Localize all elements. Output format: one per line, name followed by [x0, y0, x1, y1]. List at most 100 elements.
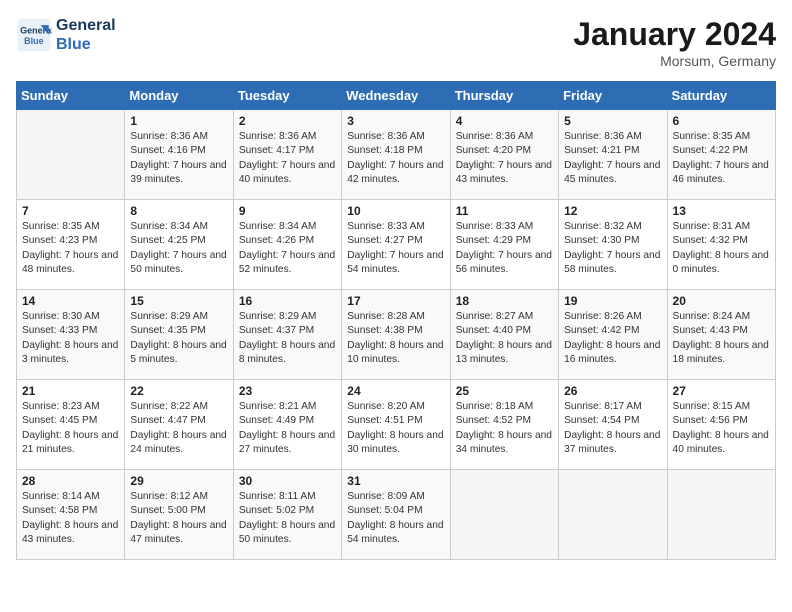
- day-number: 4: [456, 114, 553, 128]
- calendar-cell: 27Sunrise: 8:15 AMSunset: 4:56 PMDayligh…: [667, 380, 775, 470]
- weekday-header-sunday: Sunday: [17, 82, 125, 110]
- day-number: 5: [564, 114, 661, 128]
- cell-content: Sunrise: 8:11 AMSunset: 5:02 PMDaylight:…: [239, 490, 336, 547]
- cell-content: Sunrise: 8:34 AMSunset: 4:25 PMDaylight:…: [130, 220, 227, 277]
- cell-content: Sunrise: 8:30 AMSunset: 4:33 PMDaylight:…: [22, 310, 119, 367]
- day-number: 18: [456, 294, 553, 308]
- calendar-cell: 20Sunrise: 8:24 AMSunset: 4:43 PMDayligh…: [667, 290, 775, 380]
- calendar-cell: 3 Sunrise: 8:36 AMSunset: 4:18 PMDaylight…: [342, 110, 450, 200]
- calendar-cell: 12Sunrise: 8:32 AMSunset: 4:30 PMDayligh…: [559, 200, 667, 290]
- day-number: 22: [130, 384, 227, 398]
- day-number: 7: [22, 204, 119, 218]
- weekday-header-friday: Friday: [559, 82, 667, 110]
- cell-content: Sunrise: 8:29 AMSunset: 4:35 PMDaylight:…: [130, 310, 227, 367]
- calendar-cell: 22 Sunrise: 8:22 AMSunset: 4:47 PMDayligh…: [125, 380, 233, 470]
- day-number: 8: [130, 204, 227, 218]
- day-number: 29: [130, 474, 227, 488]
- calendar-week-row: 14 Sunrise: 8:30 AMSunset: 4:33 PMDayligh…: [17, 290, 776, 380]
- calendar-cell: 18 Sunrise: 8:27 AMSunset: 4:40 PMDayligh…: [450, 290, 558, 380]
- calendar-week-row: 1 Sunrise: 8:36 AMSunset: 4:16 PMDaylight…: [17, 110, 776, 200]
- calendar-cell: 14 Sunrise: 8:30 AMSunset: 4:33 PMDayligh…: [17, 290, 125, 380]
- cell-content: Sunrise: 8:27 AMSunset: 4:40 PMDaylight:…: [456, 310, 553, 367]
- calendar-cell: [559, 470, 667, 560]
- calendar-cell: [667, 470, 775, 560]
- calendar-cell: [17, 110, 125, 200]
- calendar-week-row: 7Sunrise: 8:35 AMSunset: 4:23 PMDaylight…: [17, 200, 776, 290]
- cell-content: Sunrise: 8:36 AMSunset: 4:18 PMDaylight:…: [347, 130, 444, 187]
- day-number: 30: [239, 474, 336, 488]
- calendar-cell: 26 Sunrise: 8:17 AMSunset: 4:54 PMDayligh…: [559, 380, 667, 470]
- day-number: 2: [239, 114, 336, 128]
- day-number: 3: [347, 114, 444, 128]
- calendar-cell: 11 Sunrise: 8:33 AMSunset: 4:29 PMDayligh…: [450, 200, 558, 290]
- location: Morsum, Germany: [573, 53, 776, 69]
- calendar-cell: 2 Sunrise: 8:36 AMSunset: 4:17 PMDaylight…: [233, 110, 341, 200]
- calendar-cell: 28Sunrise: 8:14 AMSunset: 4:58 PMDayligh…: [17, 470, 125, 560]
- cell-content: Sunrise: 8:24 AMSunset: 4:43 PMDaylight:…: [673, 310, 770, 367]
- cell-content: Sunrise: 8:17 AMSunset: 4:54 PMDaylight:…: [564, 400, 661, 457]
- day-number: 31: [347, 474, 444, 488]
- calendar-table: SundayMondayTuesdayWednesdayThursdayFrid…: [16, 81, 776, 560]
- cell-content: Sunrise: 8:31 AMSunset: 4:32 PMDaylight:…: [673, 220, 770, 277]
- cell-content: Sunrise: 8:33 AMSunset: 4:29 PMDaylight:…: [456, 220, 553, 277]
- calendar-week-row: 21 Sunrise: 8:23 AMSunset: 4:45 PMDayligh…: [17, 380, 776, 470]
- calendar-cell: 8 Sunrise: 8:34 AMSunset: 4:25 PMDaylight…: [125, 200, 233, 290]
- day-number: 14: [22, 294, 119, 308]
- svg-text:Blue: Blue: [24, 36, 44, 46]
- calendar-cell: 15 Sunrise: 8:29 AMSunset: 4:35 PMDayligh…: [125, 290, 233, 380]
- calendar-cell: 7Sunrise: 8:35 AMSunset: 4:23 PMDaylight…: [17, 200, 125, 290]
- calendar-cell: 4 Sunrise: 8:36 AMSunset: 4:20 PMDaylight…: [450, 110, 558, 200]
- cell-content: Sunrise: 8:36 AMSunset: 4:17 PMDaylight:…: [239, 130, 336, 187]
- cell-content: Sunrise: 8:36 AMSunset: 4:21 PMDaylight:…: [564, 130, 661, 187]
- calendar-week-row: 28Sunrise: 8:14 AMSunset: 4:58 PMDayligh…: [17, 470, 776, 560]
- cell-content: Sunrise: 8:23 AMSunset: 4:45 PMDaylight:…: [22, 400, 119, 457]
- calendar-cell: 24 Sunrise: 8:20 AMSunset: 4:51 PMDayligh…: [342, 380, 450, 470]
- cell-content: Sunrise: 8:14 AMSunset: 4:58 PMDaylight:…: [22, 490, 119, 547]
- weekday-header-row: SundayMondayTuesdayWednesdayThursdayFrid…: [17, 82, 776, 110]
- day-number: 15: [130, 294, 227, 308]
- weekday-header-thursday: Thursday: [450, 82, 558, 110]
- day-number: 9: [239, 204, 336, 218]
- title-block: January 2024 Morsum, Germany: [573, 16, 776, 69]
- calendar-cell: 19Sunrise: 8:26 AMSunset: 4:42 PMDayligh…: [559, 290, 667, 380]
- calendar-cell: 30 Sunrise: 8:11 AMSunset: 5:02 PMDayligh…: [233, 470, 341, 560]
- cell-content: Sunrise: 8:36 AMSunset: 4:20 PMDaylight:…: [456, 130, 553, 187]
- cell-content: Sunrise: 8:36 AMSunset: 4:16 PMDaylight:…: [130, 130, 227, 187]
- calendar-cell: 9 Sunrise: 8:34 AMSunset: 4:26 PMDaylight…: [233, 200, 341, 290]
- weekday-header-saturday: Saturday: [667, 82, 775, 110]
- weekday-header-tuesday: Tuesday: [233, 82, 341, 110]
- page-header: General Blue General Blue January 2024 M…: [16, 16, 776, 69]
- cell-content: Sunrise: 8:26 AMSunset: 4:42 PMDaylight:…: [564, 310, 661, 367]
- logo: General Blue General Blue: [16, 16, 116, 54]
- cell-content: Sunrise: 8:22 AMSunset: 4:47 PMDaylight:…: [130, 400, 227, 457]
- day-number: 1: [130, 114, 227, 128]
- cell-content: Sunrise: 8:34 AMSunset: 4:26 PMDaylight:…: [239, 220, 336, 277]
- calendar-cell: 25Sunrise: 8:18 AMSunset: 4:52 PMDayligh…: [450, 380, 558, 470]
- calendar-cell: 29 Sunrise: 8:12 AMSunset: 5:00 PMDayligh…: [125, 470, 233, 560]
- day-number: 21: [22, 384, 119, 398]
- day-number: 12: [564, 204, 661, 218]
- calendar-cell: 17Sunrise: 8:28 AMSunset: 4:38 PMDayligh…: [342, 290, 450, 380]
- calendar-cell: 10 Sunrise: 8:33 AMSunset: 4:27 PMDayligh…: [342, 200, 450, 290]
- cell-content: Sunrise: 8:09 AMSunset: 5:04 PMDaylight:…: [347, 490, 444, 547]
- cell-content: Sunrise: 8:21 AMSunset: 4:49 PMDaylight:…: [239, 400, 336, 457]
- day-number: 16: [239, 294, 336, 308]
- day-number: 10: [347, 204, 444, 218]
- calendar-cell: 6Sunrise: 8:35 AMSunset: 4:22 PMDaylight…: [667, 110, 775, 200]
- cell-content: Sunrise: 8:12 AMSunset: 5:00 PMDaylight:…: [130, 490, 227, 547]
- logo-icon: General Blue: [16, 17, 52, 53]
- cell-content: Sunrise: 8:20 AMSunset: 4:51 PMDaylight:…: [347, 400, 444, 457]
- cell-content: Sunrise: 8:28 AMSunset: 4:38 PMDaylight:…: [347, 310, 444, 367]
- weekday-header-monday: Monday: [125, 82, 233, 110]
- calendar-cell: 21 Sunrise: 8:23 AMSunset: 4:45 PMDayligh…: [17, 380, 125, 470]
- cell-content: Sunrise: 8:33 AMSunset: 4:27 PMDaylight:…: [347, 220, 444, 277]
- weekday-header-wednesday: Wednesday: [342, 82, 450, 110]
- day-number: 11: [456, 204, 553, 218]
- calendar-cell: [450, 470, 558, 560]
- day-number: 23: [239, 384, 336, 398]
- calendar-cell: 1 Sunrise: 8:36 AMSunset: 4:16 PMDaylight…: [125, 110, 233, 200]
- day-number: 6: [673, 114, 770, 128]
- day-number: 24: [347, 384, 444, 398]
- cell-content: Sunrise: 8:15 AMSunset: 4:56 PMDaylight:…: [673, 400, 770, 457]
- day-number: 26: [564, 384, 661, 398]
